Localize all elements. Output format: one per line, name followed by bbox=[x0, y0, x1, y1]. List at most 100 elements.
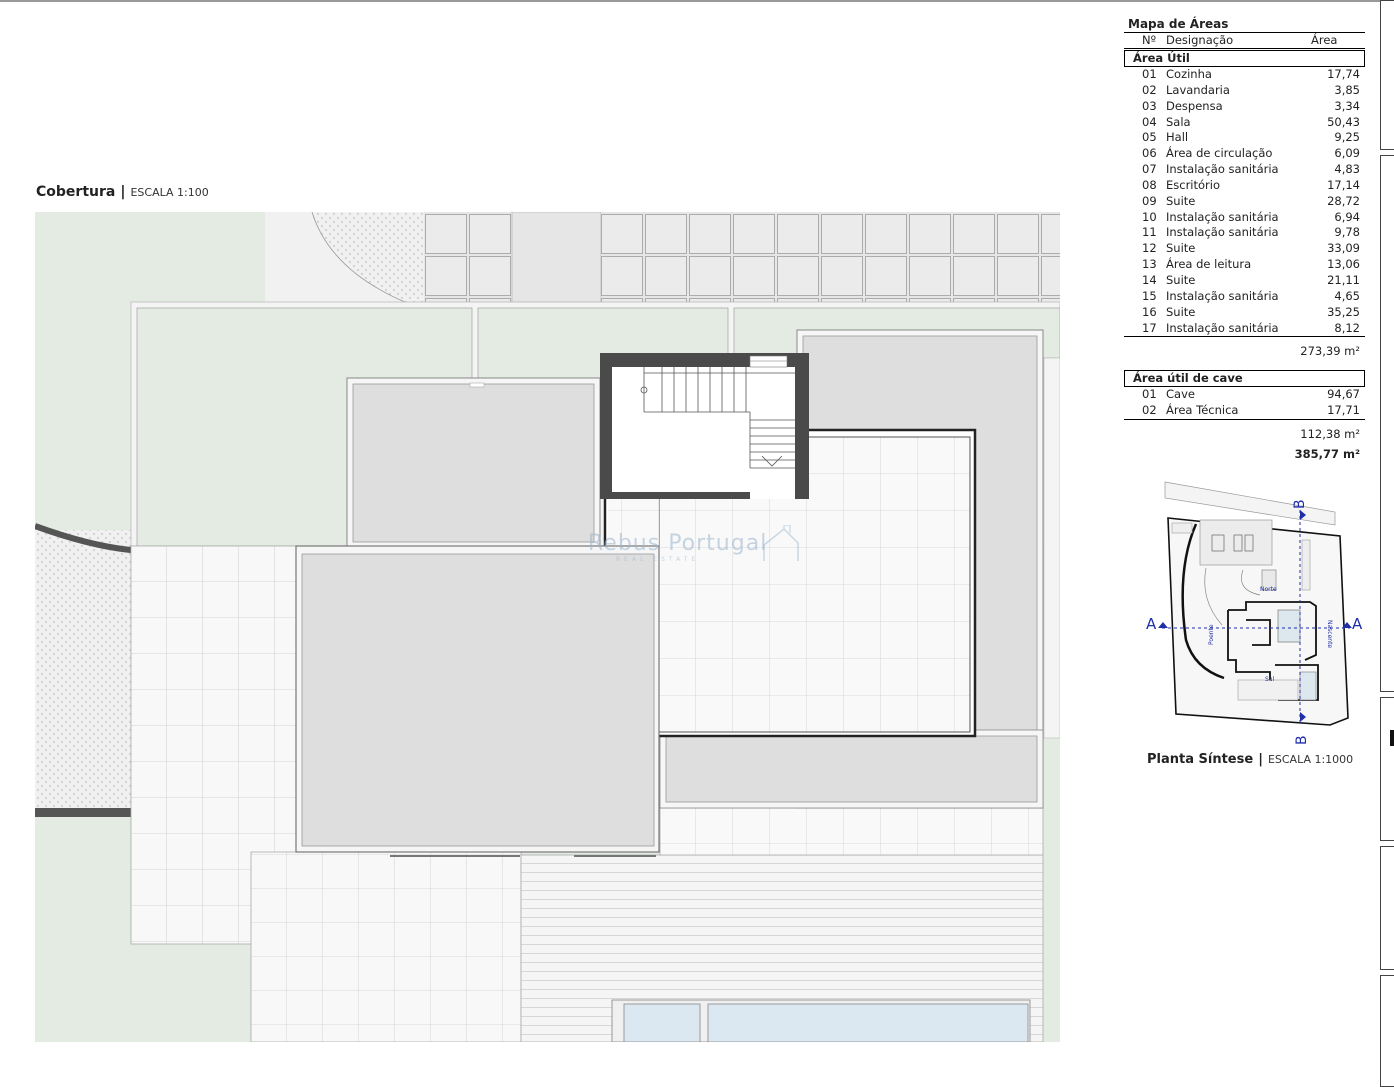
section-subtotal: 112,38 m² bbox=[1300, 427, 1360, 442]
watermark-text: Rebus Portugal bbox=[588, 531, 768, 556]
header-designation: Designação bbox=[1166, 33, 1234, 47]
area-row-designation: Sala bbox=[1166, 114, 1191, 129]
area-row-value: 3,34 bbox=[1334, 98, 1360, 113]
area-row-value: 13,06 bbox=[1327, 257, 1360, 272]
plan-title: Cobertura | ESCALA 1:100 bbox=[36, 184, 209, 200]
section-label-b-top: B bbox=[1292, 499, 1308, 509]
area-row: 01 Cave 94,67 bbox=[1124, 387, 1365, 403]
area-row-value: 6,94 bbox=[1334, 209, 1360, 224]
area-row-value: 4,83 bbox=[1334, 162, 1360, 177]
area-row-number: 02 bbox=[1142, 403, 1157, 418]
area-row-value: 21,11 bbox=[1327, 272, 1360, 287]
area-row-designation: Lavandaria bbox=[1166, 82, 1230, 97]
area-row-designation: Escritório bbox=[1166, 177, 1221, 192]
area-row-value: 8,12 bbox=[1334, 320, 1360, 335]
area-row-value: 28,72 bbox=[1327, 193, 1360, 208]
area-row-number: 10 bbox=[1142, 209, 1157, 224]
section-rows-util: 01 Cozinha 17,74 02 Lavandaria 3,85 03 Despensa… bbox=[1124, 67, 1365, 338]
plan-title-separator: | bbox=[120, 184, 126, 200]
roof-slab-north bbox=[352, 383, 595, 543]
paver-row-right bbox=[601, 212, 1060, 302]
areas-table: Mapa de Áreas Nº Designação Área Área Út… bbox=[1124, 16, 1365, 462]
section-label-a-left: A bbox=[1146, 615, 1157, 633]
area-row-designation: Área Técnica bbox=[1166, 403, 1239, 418]
area-row-designation: Suite bbox=[1166, 272, 1196, 287]
area-row-number: 06 bbox=[1142, 146, 1157, 161]
area-row-value: 4,65 bbox=[1334, 288, 1360, 303]
pool-main bbox=[707, 1003, 1029, 1042]
area-row-number: 01 bbox=[1142, 67, 1157, 81]
section-label-b-bottom: B bbox=[1294, 735, 1310, 745]
area-row: 02 Área Técnica 17,71 bbox=[1124, 403, 1365, 421]
area-row: 16 Suite 35,25 bbox=[1124, 305, 1365, 321]
area-row-designation: Suite bbox=[1166, 304, 1196, 319]
area-row: 08 Escritório 17,14 bbox=[1124, 178, 1365, 194]
pool-left bbox=[623, 1003, 701, 1042]
areas-table-title: Mapa de Áreas bbox=[1124, 16, 1365, 33]
area-row-number: 17 bbox=[1142, 320, 1157, 335]
plan-name: Cobertura bbox=[36, 184, 116, 200]
area-row-designation: Instalação sanitária bbox=[1166, 162, 1279, 177]
title-block-fragment bbox=[1380, 846, 1394, 970]
area-row: 02 Lavandaria 3,85 bbox=[1124, 83, 1365, 99]
area-row-number: 15 bbox=[1142, 288, 1157, 303]
sheet-top-border bbox=[0, 0, 1380, 2]
area-row-designation: Área de leitura bbox=[1166, 257, 1252, 272]
area-row: 04 Sala 50,43 bbox=[1124, 115, 1365, 131]
paver-row-left bbox=[424, 212, 512, 302]
area-row-value: 94,67 bbox=[1327, 387, 1360, 402]
area-row-designation: Instalação sanitária bbox=[1166, 209, 1279, 224]
title-block-fragment bbox=[1380, 155, 1394, 692]
area-row-number: 11 bbox=[1142, 225, 1157, 240]
area-row: 07 Instalação sanitária 4,83 bbox=[1124, 162, 1365, 178]
area-row: 06 Área de circulação 6,09 bbox=[1124, 146, 1365, 162]
roof-plan-drawing bbox=[35, 212, 1060, 1042]
title-block-fragment bbox=[1380, 975, 1394, 1087]
area-row-number: 07 bbox=[1142, 162, 1157, 177]
area-row-number: 02 bbox=[1142, 82, 1157, 97]
area-row-value: 3,85 bbox=[1334, 82, 1360, 97]
orientation-label-west: Poente bbox=[1208, 624, 1215, 645]
area-row-value: 35,25 bbox=[1327, 304, 1360, 319]
title-block-fragment bbox=[1380, 0, 1394, 150]
header-number: Nº bbox=[1142, 33, 1157, 47]
area-row-number: 14 bbox=[1142, 272, 1157, 287]
area-row-value: 17,14 bbox=[1327, 177, 1360, 192]
area-row: 15 Instalação sanitária 4,65 bbox=[1124, 289, 1365, 305]
area-row: 10 Instalação sanitária 6,94 bbox=[1124, 210, 1365, 226]
area-row-number: 01 bbox=[1142, 387, 1157, 402]
header-area: Área bbox=[1311, 33, 1338, 47]
synthesis-scale: ESCALA 1:1000 bbox=[1267, 753, 1354, 766]
section-label-a-right: A bbox=[1352, 615, 1363, 633]
area-row-value: 33,09 bbox=[1327, 241, 1360, 256]
watermark-subtext: REAL ESTATE bbox=[616, 556, 700, 563]
synthesis-name: Planta Síntese bbox=[1147, 752, 1254, 767]
area-row-value: 17,74 bbox=[1327, 67, 1360, 81]
area-row: 12 Suite 33,09 bbox=[1124, 241, 1365, 257]
area-row-number: 16 bbox=[1142, 304, 1157, 319]
area-row-designation: Instalação sanitária bbox=[1166, 320, 1279, 335]
drawing-sheet: Cobertura | ESCALA 1:100 Rebus Portugal … bbox=[0, 0, 1394, 1087]
section-heading: Área útil de cave bbox=[1124, 370, 1365, 388]
grand-total: 385,77 m² bbox=[1294, 447, 1360, 462]
roof-slab-main bbox=[301, 553, 655, 847]
area-row-number: 13 bbox=[1142, 257, 1157, 272]
area-row-value: 17,71 bbox=[1327, 403, 1360, 418]
area-row-designation: Instalação sanitária bbox=[1166, 288, 1279, 303]
terrace-tiles-bottom bbox=[250, 851, 522, 1042]
area-row: 11 Instalação sanitária 9,78 bbox=[1124, 225, 1365, 241]
orientation-label-south: Sul bbox=[1265, 676, 1275, 683]
area-row-designation: Instalação sanitária bbox=[1166, 225, 1279, 240]
area-row-designation: Despensa bbox=[1166, 98, 1223, 113]
area-row-number: 03 bbox=[1142, 98, 1157, 113]
area-row: 05 Hall 9,25 bbox=[1124, 130, 1365, 146]
watermark-house-logo bbox=[763, 525, 799, 561]
area-row: 09 Suite 28,72 bbox=[1124, 194, 1365, 210]
area-row: 01 Cozinha 17,74 bbox=[1124, 67, 1365, 83]
areas-table-header: Nº Designação Área bbox=[1124, 33, 1365, 49]
section-subtotal: 273,39 m² bbox=[1300, 344, 1360, 359]
area-row-number: 05 bbox=[1142, 130, 1157, 145]
plan-scale: ESCALA 1:100 bbox=[130, 186, 209, 199]
cobble-side-path bbox=[35, 530, 131, 812]
orientation-label-east: Nascente bbox=[1326, 620, 1333, 648]
